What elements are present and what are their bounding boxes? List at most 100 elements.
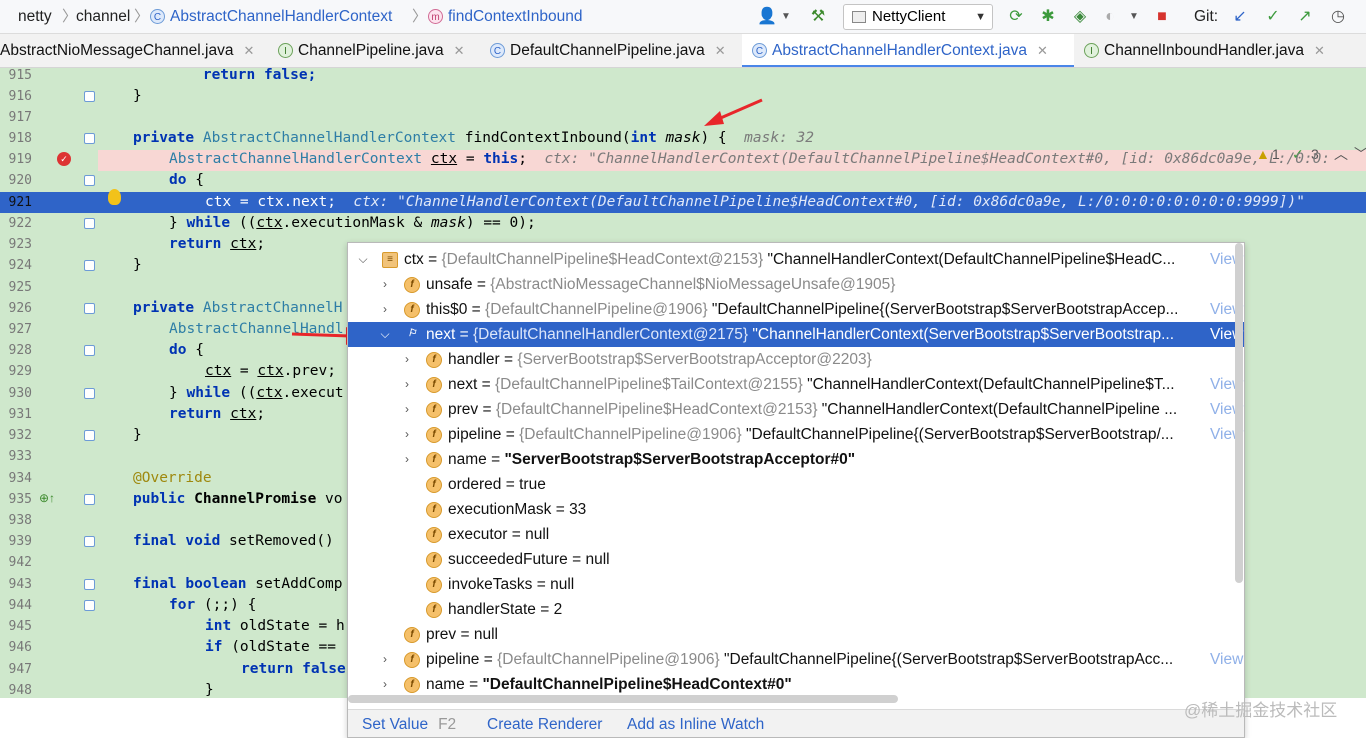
variable-row[interactable]: › f this$0 = {DefaultChannelPipeline@1906}… xyxy=(348,297,1244,322)
git-push-icon[interactable]: ↗ xyxy=(1295,7,1315,27)
coverage-icon[interactable]: ◈ xyxy=(1070,7,1090,27)
fold-marker-icon[interactable] xyxy=(84,91,95,102)
variable-row[interactable]: › f name = "ServerBootstrap$ServerBootstra… xyxy=(348,447,1244,472)
line-number: 933 xyxy=(8,449,32,464)
add-inline-watch-link[interactable]: Add as Inline Watch xyxy=(627,716,764,734)
tab-abstract-nio-message-channel[interactable]: AbstractNioMessageChannel.java ✕ xyxy=(0,34,266,67)
git-commit-icon[interactable]: ✓ xyxy=(1263,7,1283,27)
close-icon[interactable]: ✕ xyxy=(1037,43,1048,58)
variable-row[interactable]: › f unsafe = {AbstractNioMessageChannel$Ni… xyxy=(348,272,1244,297)
breadcrumb-class[interactable]: C AbstractChannelHandlerContext xyxy=(150,7,392,27)
close-icon[interactable]: ✕ xyxy=(1314,43,1325,58)
code-line: AbstractChannelHandlerContext ctx = this… xyxy=(169,151,1331,167)
fold-marker-icon[interactable] xyxy=(84,175,95,186)
vertical-scrollbar[interactable] xyxy=(1235,243,1243,583)
variable-row[interactable]: › f pipeline = {DefaultChannelPipeline@190… xyxy=(348,422,1244,447)
breadcrumb-project[interactable]: netty xyxy=(18,7,52,27)
fold-marker-icon[interactable] xyxy=(84,345,95,356)
close-icon[interactable]: ✕ xyxy=(243,43,254,58)
code-line: private AbstractChannelH xyxy=(133,300,343,316)
tab-abstract-channel-handler-context[interactable]: C AbstractChannelHandlerContext.java ✕ xyxy=(742,34,1074,67)
code-line: do { xyxy=(169,172,204,188)
expand-arrow-icon[interactable]: › xyxy=(378,647,392,672)
expand-arrow-icon[interactable]: › xyxy=(378,272,392,297)
view-link[interactable]: View xyxy=(1210,647,1244,672)
line-number: 944 xyxy=(8,598,32,613)
line-number: 938 xyxy=(8,513,32,528)
variable-row[interactable]: f invokeTasks = null xyxy=(348,572,1244,597)
expand-arrow-icon[interactable]: › xyxy=(400,347,414,372)
code-line: } xyxy=(133,88,142,104)
build-hammer-icon[interactable]: ⚒ xyxy=(808,7,828,27)
close-icon[interactable]: ✕ xyxy=(715,43,726,58)
rerun-icon[interactable]: ⟳ xyxy=(1006,7,1026,27)
variable-row[interactable]: ⌵ ⚐ next = {DefaultChannelHandlerContext@2… xyxy=(348,322,1244,347)
horizontal-scrollbar[interactable] xyxy=(348,695,898,703)
debugger-variable-popup[interactable]: ⌵ ≡ ctx = {DefaultChannelPipeline$HeadCont… xyxy=(347,242,1245,738)
variable-row[interactable]: › f handler = {ServerBootstrap$ServerBoots… xyxy=(348,347,1244,372)
expand-arrow-icon[interactable]: › xyxy=(400,397,414,422)
breadcrumb-method[interactable]: m findContextInbound xyxy=(428,7,582,27)
breadcrumb-package[interactable]: channel xyxy=(76,7,130,27)
variable-row[interactable]: f ordered = true xyxy=(348,472,1244,497)
variable-text: handler = {ServerBootstrap$ServerBootstr… xyxy=(448,347,872,372)
variable-row[interactable]: f executionMask = 33 xyxy=(348,497,1244,522)
fold-marker-icon[interactable] xyxy=(84,218,95,229)
variable-row[interactable]: › f next = {DefaultChannelPipeline$TailCon… xyxy=(348,372,1244,397)
fold-marker-icon[interactable] xyxy=(84,579,95,590)
variable-name: executionMask xyxy=(448,501,552,518)
code-line: @Override xyxy=(133,470,212,486)
fold-marker-icon[interactable] xyxy=(84,260,95,271)
code-line: do { xyxy=(169,342,204,358)
fold-marker-icon[interactable] xyxy=(84,536,95,547)
git-update-icon[interactable]: ↙ xyxy=(1230,7,1250,27)
variable-value: "DefaultChannelPipeline{(ServerBootstrap… xyxy=(741,426,1174,443)
tab-default-channel-pipeline[interactable]: C DefaultChannelPipeline.java ✕ xyxy=(490,34,740,67)
user-icon[interactable]: 👤 xyxy=(757,7,777,27)
object-reference: {DefaultChannelHandlerContext@2175} xyxy=(472,326,749,343)
chevron-down-icon[interactable]: ▼ xyxy=(1124,7,1144,27)
expand-arrow-icon[interactable]: › xyxy=(400,372,414,397)
profiler-icon[interactable]: ◐ xyxy=(1100,7,1120,27)
fold-marker-icon[interactable] xyxy=(84,494,95,505)
variable-value: null xyxy=(585,551,610,568)
variable-row[interactable]: › f prev = {DefaultChannelPipeline$HeadCon… xyxy=(348,397,1244,422)
variable-row[interactable]: › f pipeline = {DefaultChannelPipeline@190… xyxy=(348,647,1244,672)
object-reference: {DefaultChannelPipeline@1906} xyxy=(485,301,708,318)
line-number: 946 xyxy=(8,640,32,655)
intention-bulb-icon[interactable] xyxy=(108,189,121,205)
override-gutter-icon[interactable]: ⊕↑ xyxy=(39,491,55,505)
fold-marker-icon[interactable] xyxy=(84,600,95,611)
debug-bug-icon[interactable]: ✱ xyxy=(1038,7,1058,27)
fold-marker-icon[interactable] xyxy=(84,388,95,399)
expand-arrow-icon[interactable]: › xyxy=(378,297,392,322)
breakpoint-icon[interactable]: ✓ xyxy=(57,152,71,166)
variable-row[interactable]: f handlerState = 2 xyxy=(348,597,1244,622)
collapse-arrow-icon[interactable]: ⌵ xyxy=(378,322,392,347)
chevron-down-icon[interactable]: ▼ xyxy=(776,7,796,27)
expand-arrow-icon[interactable]: › xyxy=(400,447,414,472)
set-value-link[interactable]: Set Value F2 xyxy=(362,716,456,734)
stop-icon[interactable]: ■ xyxy=(1152,7,1172,27)
expand-arrow-icon[interactable]: › xyxy=(400,422,414,447)
variable-row[interactable]: › f name = "DefaultChannelPipeline$HeadCon… xyxy=(348,672,1244,697)
fold-marker-icon[interactable] xyxy=(84,430,95,441)
chevron-down-icon[interactable]: ﹀ xyxy=(1354,144,1366,164)
close-icon[interactable]: ✕ xyxy=(454,43,465,58)
chevron-up-icon[interactable]: ︿ xyxy=(1334,144,1348,164)
variable-row[interactable]: f executor = null xyxy=(348,522,1244,547)
line-number: 930 xyxy=(8,386,32,401)
history-icon[interactable]: ◷ xyxy=(1328,7,1348,27)
collapse-arrow-icon[interactable]: ⌵ xyxy=(356,247,370,272)
create-renderer-link[interactable]: Create Renderer xyxy=(487,716,602,734)
tab-channel-pipeline[interactable]: I ChannelPipeline.java ✕ xyxy=(278,34,476,67)
fold-marker-icon[interactable] xyxy=(84,133,95,144)
fold-marker-icon[interactable] xyxy=(84,303,95,314)
expand-arrow-icon[interactable]: › xyxy=(378,672,392,697)
run-configuration-select[interactable]: NettyClient ▼ xyxy=(843,4,993,30)
variable-row[interactable]: ⌵ ≡ ctx = {DefaultChannelPipeline$HeadCont… xyxy=(348,247,1244,272)
equals-sign: = xyxy=(501,476,520,493)
variable-row[interactable]: f prev = null xyxy=(348,622,1244,647)
variable-row[interactable]: f succeededFuture = null xyxy=(348,547,1244,572)
tab-channel-inbound-handler[interactable]: I ChannelInboundHandler.java ✕ xyxy=(1084,34,1366,67)
